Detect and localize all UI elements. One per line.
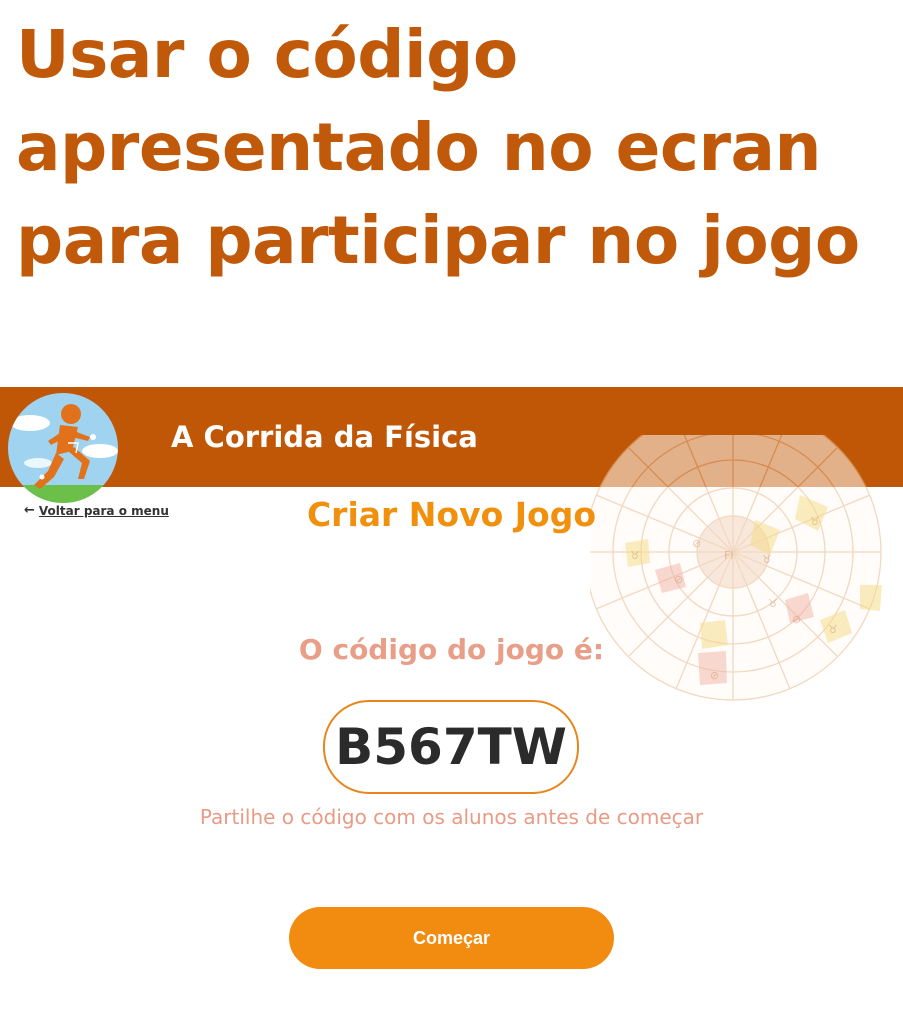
headline: Usar o código apresentado no ecran para … xyxy=(16,16,860,279)
start-game-button[interactable]: Começar xyxy=(289,907,614,969)
arrow-left-icon: ← xyxy=(24,503,35,518)
svg-text:♉: ♉ xyxy=(768,597,778,610)
svg-text:⊘: ⊘ xyxy=(692,537,701,550)
game-code-value: B567TW xyxy=(335,718,567,776)
share-code-hint: Partilhe o código com os alunos antes de… xyxy=(199,805,704,829)
svg-text:♉: ♉ xyxy=(828,623,838,636)
svg-text:⊘: ⊘ xyxy=(792,613,801,626)
svg-text:♉: ♉ xyxy=(630,549,640,562)
svg-text:⊘: ⊘ xyxy=(674,573,683,586)
section-title: Criar Novo Jogo xyxy=(306,495,597,534)
svg-text:⊘: ⊘ xyxy=(710,669,719,682)
app-title: A Corrida da Física xyxy=(171,420,478,454)
svg-text:♉: ♉ xyxy=(762,553,772,566)
page: Usar o código apresentado no ecran para … xyxy=(0,0,903,1030)
game-code-box: B567TW xyxy=(323,700,579,794)
back-link-label: Voltar para o menu xyxy=(38,503,169,518)
runner-logo-icon xyxy=(8,393,118,503)
back-to-menu-link[interactable]: ← Voltar para o menu xyxy=(24,503,169,518)
svg-text:♉: ♉ xyxy=(810,515,820,528)
game-code-label: O código do jogo é: xyxy=(298,633,605,666)
svg-text:FI: FI xyxy=(724,549,734,562)
